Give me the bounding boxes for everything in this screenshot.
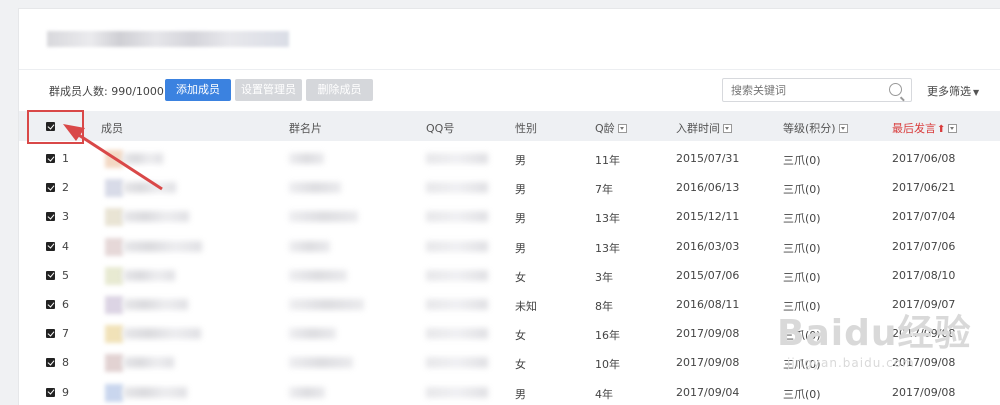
annotation-arrow xyxy=(63,124,163,191)
group-member-panel: 群成员人数: 990/1000 添加成员 设置管理员 删除成员 更多筛选▼ 成员… xyxy=(18,8,1000,405)
